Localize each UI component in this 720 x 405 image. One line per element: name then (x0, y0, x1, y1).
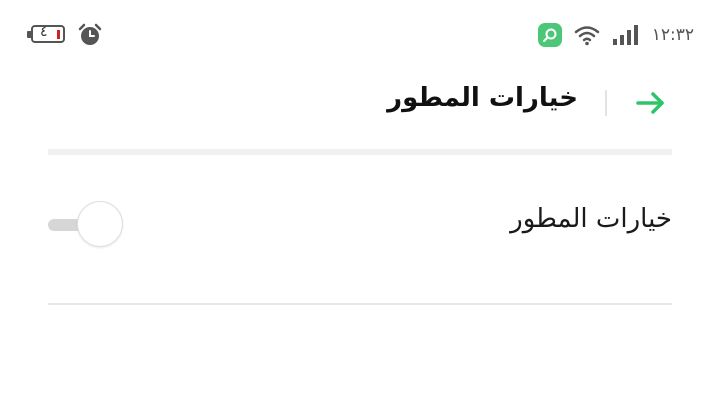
row-divider (48, 303, 672, 305)
battery-icon: ٤ (27, 24, 65, 43)
battery-level: ٤ (40, 24, 48, 40)
header-separator (48, 149, 672, 155)
toggle-knob (77, 201, 123, 247)
status-bar: ٤ ١٢:٣٢ (0, 0, 720, 70)
setting-label: خيارات المطور (510, 204, 672, 234)
arrow-back-icon (636, 92, 664, 114)
developer-options-row[interactable]: خيارات المطور (48, 190, 672, 260)
status-clock: ١٢:٣٢ (651, 25, 694, 45)
header-divider (605, 90, 607, 116)
back-button[interactable] (632, 86, 672, 120)
wifi-icon (574, 26, 599, 46)
developer-options-toggle[interactable] (48, 200, 126, 250)
page-header: خيارات المطور (48, 78, 672, 128)
status-right-group: ١٢:٣٢ (537, 22, 694, 48)
cellular-signal-icon (612, 25, 638, 45)
alarm-icon (78, 23, 102, 45)
app-notification-icon (537, 23, 562, 47)
page-title: خيارات المطور (387, 83, 578, 113)
